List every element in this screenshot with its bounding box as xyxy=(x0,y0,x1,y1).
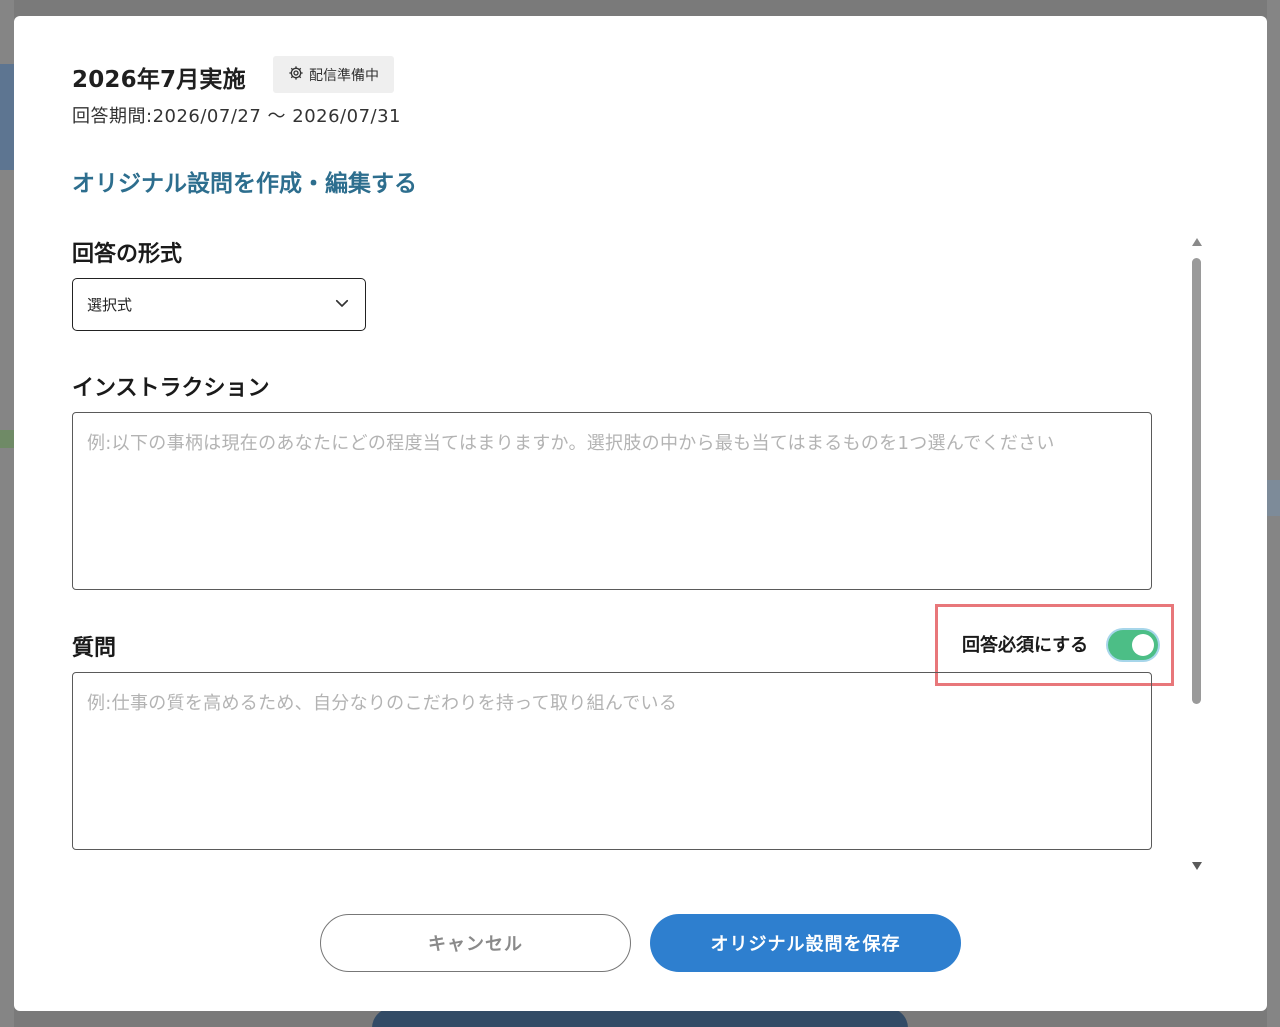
background-right-tile xyxy=(1267,480,1280,516)
scroll-down-arrow-icon[interactable] xyxy=(1192,862,1202,870)
scrollbar[interactable] xyxy=(1190,236,1204,876)
answer-format-label: 回答の形式 xyxy=(72,242,183,267)
answer-format-value: 選択式 xyxy=(87,296,133,314)
gear-icon xyxy=(288,65,304,85)
answer-format-select[interactable]: 選択式 xyxy=(72,278,366,331)
scrollbar-thumb[interactable] xyxy=(1192,258,1201,704)
required-toggle[interactable] xyxy=(1108,630,1158,660)
instruction-label: インストラクション xyxy=(72,376,270,401)
question-label: 質問 xyxy=(72,636,117,661)
instruction-placeholder: 例:以下の事柄は現在のあなたにどの程度当てはまりますか。選択肢の中から最も当ては… xyxy=(87,433,1055,454)
question-placeholder: 例:仕事の質を高めるため、自分なりのこだわりを持って取り組んでいる xyxy=(87,693,678,714)
survey-title: 2026年7月実施 xyxy=(72,67,246,93)
chevron-down-icon xyxy=(333,294,351,316)
scroll-up-arrow-icon[interactable] xyxy=(1192,238,1202,246)
edit-question-modal: 2026年7月実施 配信準備中 回答期間:2026/07/27 〜 2026/0… xyxy=(14,16,1267,1011)
section-title: オリジナル設問を作成・編集する xyxy=(72,171,417,197)
status-badge-label: 配信準備中 xyxy=(309,67,379,84)
answer-period: 回答期間:2026/07/27 〜 2026/07/31 xyxy=(72,106,401,127)
toggle-knob xyxy=(1132,634,1154,656)
required-toggle-label: 回答必須にする xyxy=(962,635,1089,656)
background-left-badge xyxy=(0,430,14,448)
question-textarea[interactable]: 例:仕事の質を高めるため、自分なりのこだわりを持って取り組んでいる xyxy=(72,672,1152,850)
save-question-button[interactable]: オリジナル設問を保存 xyxy=(650,914,961,972)
cancel-button[interactable]: キャンセル xyxy=(320,914,631,972)
form-scroll-area[interactable]: 回答の形式 選択式 インストラクション 例:以下の事柄は現在のあなたにどの程度当… xyxy=(14,236,1267,876)
instruction-textarea[interactable]: 例:以下の事柄は現在のあなたにどの程度当てはまりますか。選択肢の中から最も当ては… xyxy=(72,412,1152,590)
background-left-tile xyxy=(0,64,14,170)
status-badge: 配信準備中 xyxy=(273,56,394,93)
